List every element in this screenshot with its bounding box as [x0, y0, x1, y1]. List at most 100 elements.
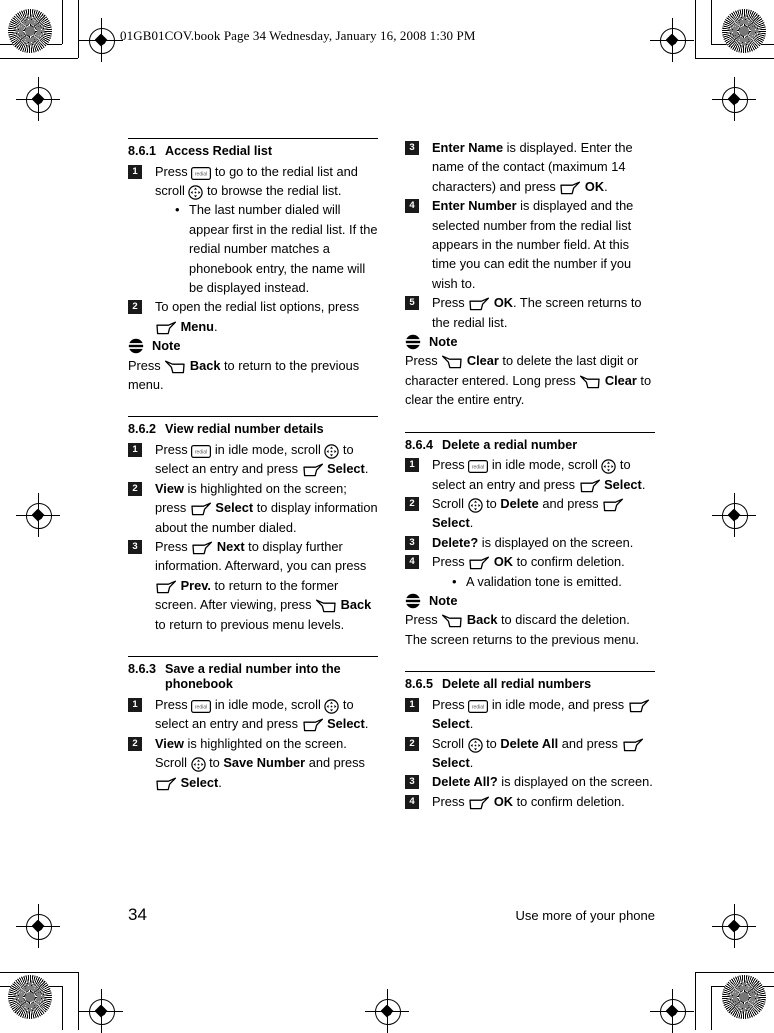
step-number-badge: 1: [128, 442, 142, 457]
section-number: 8.6.4: [405, 437, 434, 452]
page-footer: 34 Use more of your phone: [128, 905, 655, 925]
left-softkey-icon: [468, 556, 490, 571]
step-text: Press redial in idle mode, scroll to sel…: [155, 441, 369, 478]
note-heading: Note: [405, 332, 655, 351]
sub-bullet-list: The last number dialed will appear first…: [155, 200, 378, 297]
emphasis-text: Delete All: [500, 735, 559, 751]
note-icon: [405, 334, 421, 350]
section-rule: [405, 431, 655, 433]
emphasis-text: Select: [604, 476, 642, 492]
section-8.6.5: 8.6.5 Delete all redial numbers 1 Press red…: [405, 671, 655, 811]
section-heading: 8.6.1 Access Redial list: [128, 144, 378, 160]
page-number: 34: [128, 905, 147, 924]
svg-text:redial: redial: [472, 465, 484, 471]
emphasis-text: Next: [216, 538, 245, 554]
right-softkey-icon: [315, 599, 337, 614]
step-number-badge: 3: [405, 535, 419, 550]
step-text: Enter Number is displayed and the select…: [432, 198, 634, 291]
navigation-scroll-icon: [467, 737, 483, 753]
section-heading: 8.6.5 Delete all redial numbers: [405, 677, 655, 693]
emphasis-text: Select: [327, 461, 365, 477]
section-8.6.4: 8.6.4 Delete a redial number 1 Press redial…: [405, 431, 655, 650]
emphasis-text: OK: [493, 793, 514, 809]
emphasis-text: Select: [215, 500, 254, 516]
emphasis-text: Select: [180, 774, 219, 790]
svg-text:redial: redial: [195, 449, 207, 455]
emphasis-text: View: [155, 735, 184, 751]
emphasis-text: Back: [466, 612, 498, 628]
step-number-badge: 2: [128, 300, 142, 315]
right-softkey-icon: [441, 614, 463, 629]
left-softkey-icon: [302, 463, 324, 478]
section-heading: 8.6.4 Delete a redial number: [405, 438, 655, 454]
left-softkey-icon: [190, 502, 212, 517]
step-text: Press OK to confirm deletion.: [432, 554, 625, 571]
step-number-badge: 2: [128, 736, 142, 751]
step-text: Scroll to Delete All and press Select.: [432, 736, 644, 770]
redial-key-icon: redial: [468, 460, 489, 474]
redial-key-icon: redial: [191, 166, 212, 180]
step-list: 1 Press redial in idle mode, scroll to se…: [128, 695, 378, 792]
emphasis-text: Enter Name: [432, 140, 504, 155]
note-text: Press Back to discard the deletion. The …: [405, 612, 640, 647]
section-title: Save a redial number into the phonebook: [165, 661, 341, 692]
step-number-badge: 1: [128, 697, 142, 712]
step-item: 1 Press redial in idle mode, scroll to se…: [128, 695, 378, 734]
right-softkey-icon: [164, 360, 186, 375]
note-heading: Note: [405, 591, 655, 610]
step-number-badge: 4: [405, 555, 419, 570]
note-block: Note Press Clear to delete the last digit…: [405, 332, 655, 410]
section-title: Delete a redial number: [442, 437, 578, 452]
step-number-badge: 5: [405, 296, 419, 311]
section-heading: 8.6.2 View redial number details: [128, 422, 378, 438]
section-title: Delete all redial numbers: [442, 677, 592, 692]
section-number: 8.6.1: [128, 144, 157, 158]
section-8.6.3: 8.6.3 Save a redial number into the phone…: [128, 655, 378, 792]
emphasis-text: Select: [327, 716, 365, 732]
step-number-badge: 1: [128, 164, 142, 179]
section-8.6.1: 8.6.1 Access Redial list 1 Press redial to …: [128, 138, 378, 394]
step-list: 1 Press redial in idle mode, and press Se…: [405, 695, 655, 811]
note-heading: Note: [128, 336, 378, 355]
step-text: Delete? is displayed on the screen.: [432, 534, 634, 550]
step-number-badge: 1: [405, 697, 419, 712]
emphasis-text: Back: [189, 357, 221, 373]
step-item: 2 Scroll to Delete All and press Select.: [405, 734, 655, 773]
svg-text:redial: redial: [472, 704, 484, 710]
section-number: 8.6.5: [405, 677, 434, 692]
step-item: 1 Press redial to go to the redial list a…: [128, 162, 378, 298]
step-text: Press redial in idle mode, scroll to sel…: [432, 457, 646, 492]
left-softkey-icon: [559, 181, 581, 196]
section-title: View redial number details: [165, 422, 324, 437]
left-softkey-icon: [302, 718, 324, 733]
emphasis-text: Menu: [180, 318, 214, 334]
step-text: View is highlighted on the screen. Scrol…: [155, 735, 365, 792]
left-softkey-icon: [155, 777, 177, 792]
section-number: 8.6.2: [128, 422, 157, 437]
emphasis-text: OK: [493, 295, 514, 311]
step-number-badge: 2: [405, 497, 419, 511]
step-text: Delete All? is displayed on the screen.: [432, 774, 653, 790]
svg-text:redial: redial: [195, 171, 207, 177]
step-item: 2 View is highlighted on the screen; pres…: [128, 479, 378, 537]
redial-key-icon: redial: [468, 699, 489, 713]
section-rule: [128, 655, 378, 657]
section-8.6.2: 8.6.2 View redial number details 1 Press re…: [128, 416, 378, 634]
left-softkey-icon: [191, 541, 213, 556]
navigation-scroll-icon: [467, 498, 483, 513]
note-label: Note: [429, 334, 458, 350]
note-block: Note Press Back to return to the previous…: [128, 336, 378, 394]
note-label: Note: [152, 338, 181, 354]
step-number-badge: 3: [405, 141, 419, 155]
step-text: To open the redial list options, press M…: [155, 299, 360, 334]
step-item: 2 To open the redial list options, press …: [128, 297, 378, 336]
step-item: 3 Delete All? is displayed on the screen.: [405, 772, 655, 791]
step-text: Scroll to Delete and press Select.: [432, 496, 624, 530]
redial-key-icon: redial: [191, 444, 212, 458]
emphasis-text: Enter Number: [432, 198, 517, 214]
left-column: 8.6.1 Access Redial list 1 Press redial to …: [128, 138, 378, 792]
section-rule: [128, 416, 378, 418]
note-text: Press Back to return to the previous men…: [128, 357, 360, 392]
emphasis-text: Clear: [466, 353, 499, 369]
emphasis-text: Back: [340, 597, 372, 613]
